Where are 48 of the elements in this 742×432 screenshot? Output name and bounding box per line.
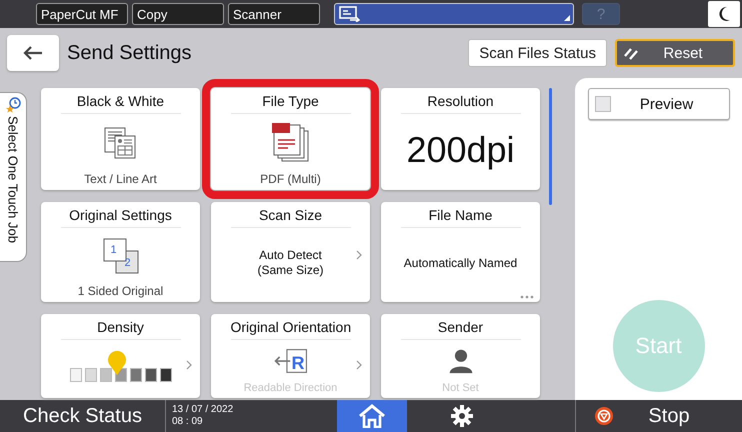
- home-icon: [357, 404, 387, 428]
- orientation-letter: R: [292, 352, 304, 374]
- two-pages-icon: [102, 237, 140, 275]
- density-step: [84, 368, 96, 382]
- screen-arrow-icon: [339, 6, 361, 22]
- star-clock-icon: [5, 97, 21, 113]
- scan-files-status-button[interactable]: Scan Files Status: [468, 39, 607, 67]
- app-tab[interactable]: Copy: [132, 3, 224, 25]
- density-step: [70, 368, 82, 382]
- time-text: 08 : 09: [172, 416, 204, 428]
- preview-checkbox[interactable]: [594, 96, 610, 112]
- app-tab[interactable]: PaperCut MF: [36, 3, 128, 25]
- setting-card[interactable]: File Type PDF (Multi): [211, 88, 370, 190]
- double-slash-icon: [623, 46, 639, 60]
- setting-card[interactable]: Resolution 200dpi: [381, 88, 540, 190]
- date-text: 13 / 07 / 2022: [172, 404, 234, 416]
- home-button[interactable]: [337, 400, 407, 432]
- app-switcher-field[interactable]: [334, 3, 574, 25]
- setting-card[interactable]: Density: [41, 314, 200, 398]
- night-mode-button[interactable]: [708, 1, 740, 27]
- setting-card[interactable]: Original Orientation R Readable Direction: [211, 314, 370, 398]
- setting-value: Auto Detect (Same Size): [257, 248, 324, 278]
- one-touch-job-tab[interactable]: Select One Touch Job: [0, 92, 27, 262]
- density-step: [130, 368, 142, 382]
- setting-value: Automatically Named: [404, 256, 518, 270]
- back-button[interactable]: [7, 35, 59, 71]
- stop-icon: [594, 406, 614, 426]
- density-step: [160, 368, 172, 382]
- app-tab[interactable]: Scanner: [228, 3, 320, 25]
- pdf-stack-icon: [270, 123, 310, 163]
- page-number: 2: [124, 257, 131, 269]
- moon-icon: [717, 6, 731, 22]
- back-arrow-icon: [23, 46, 43, 60]
- settings-icon: [451, 405, 473, 427]
- page-title: Send Settings: [67, 42, 192, 64]
- setting-card[interactable]: File Name Automatically Named: [381, 202, 540, 302]
- preview-toggle[interactable]: Preview: [588, 88, 730, 120]
- page-number: 1: [110, 244, 117, 256]
- setting-card[interactable]: Sender Not Set: [381, 314, 540, 398]
- reset-button[interactable]: Reset: [615, 39, 735, 67]
- setting-card[interactable]: Black & White Text / Line Art: [41, 88, 200, 190]
- density-step: [100, 368, 112, 382]
- resolution-value: 200dpi: [406, 129, 515, 171]
- density-step: [144, 368, 156, 382]
- document-icon: [102, 127, 138, 159]
- setting-card[interactable]: Scan Size Auto Detect (Same Size): [211, 202, 370, 302]
- corner-triangle-icon: [564, 15, 570, 21]
- setting-card[interactable]: Original Settings 1 2 1 Sided Original: [41, 202, 200, 302]
